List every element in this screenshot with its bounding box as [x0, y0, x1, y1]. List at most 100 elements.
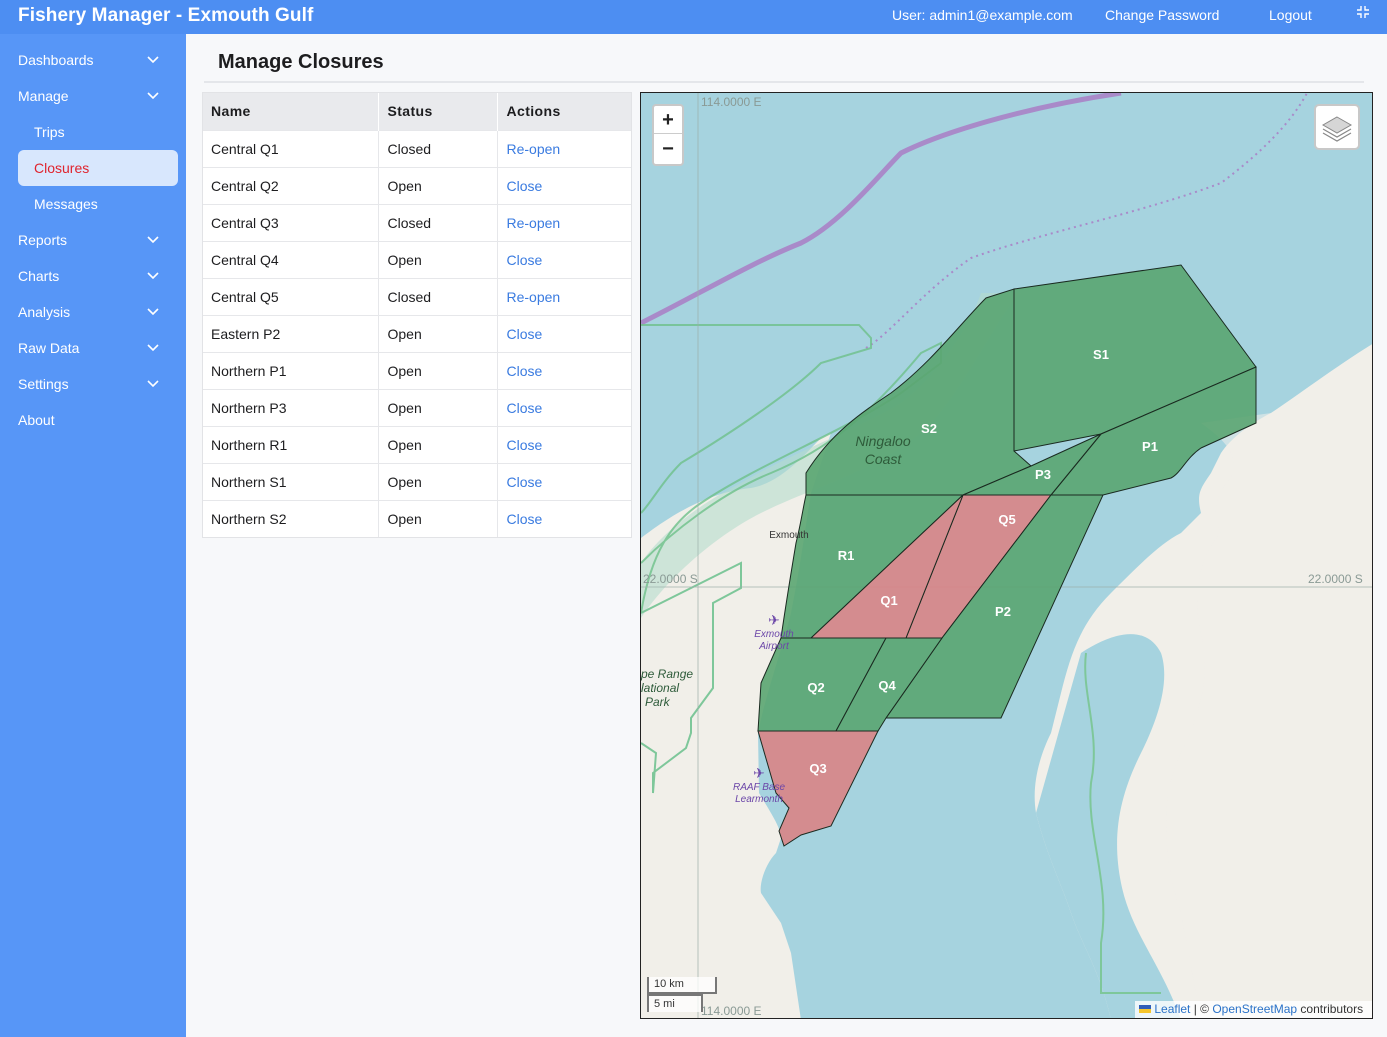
zone-label: Q5 [998, 512, 1015, 527]
table-header-row: Name Status Actions [202, 92, 632, 130]
reopen-link[interactable]: Re-open [497, 277, 632, 315]
sidebar-item-label: Reports [18, 232, 68, 248]
zone-label: Q3 [809, 761, 826, 776]
column-header-name[interactable]: Name [202, 92, 379, 130]
place-label-learmonth: Learmonth [735, 794, 783, 805]
place-label-coast: Coast [865, 451, 903, 467]
airport-icon: ✈ [753, 765, 765, 781]
zone-label: P2 [995, 604, 1011, 619]
sidebar-item-label: Manage [18, 88, 69, 104]
reopen-link[interactable]: Re-open [497, 129, 632, 167]
close-link[interactable]: Close [497, 425, 632, 463]
title-divider [204, 81, 1364, 83]
close-link[interactable]: Close [497, 351, 632, 389]
fullscreen-icon[interactable] [1354, 3, 1372, 21]
closure-name: Central Q2 [202, 166, 379, 204]
sidebar-item-label: Messages [34, 196, 98, 212]
airport-icon: ✈ [768, 612, 780, 628]
sidebar-item-closures[interactable]: Closures [18, 150, 178, 186]
closure-status: Open [378, 425, 498, 463]
sidebar-item-messages[interactable]: Messages [0, 186, 186, 222]
main-content: Manage Closures Name Status Actions Cent… [186, 34, 1387, 1037]
leaflet-link[interactable]: Leaflet [1154, 1002, 1190, 1016]
closures-map[interactable]: S1 S2 P1 P3 Q5 R1 Q1 P2 Q2 Q4 Q3 Ningalo… [640, 92, 1373, 1019]
map-canvas[interactable]: S1 S2 P1 P3 Q5 R1 Q1 P2 Q2 Q4 Q3 Ningalo… [641, 93, 1373, 1019]
table-row: Central Q2 Open Close [202, 166, 632, 204]
closure-name: Northern S1 [202, 462, 379, 500]
zoom-in-button[interactable]: + [654, 106, 682, 134]
sidebar-item-manage[interactable]: Manage [0, 78, 186, 114]
table-row: Northern S1 Open Close [202, 462, 632, 500]
closure-status: Open [378, 388, 498, 426]
app-title: Fishery Manager - Exmouth Gulf [18, 5, 314, 26]
osm-link[interactable]: OpenStreetMap [1212, 1002, 1297, 1016]
closure-name: Central Q4 [202, 240, 379, 278]
closure-status: Open [378, 166, 498, 204]
sidebar-item-reports[interactable]: Reports [0, 222, 186, 258]
scale-bar-km: 10 km [647, 977, 717, 994]
top-bar: Fishery Manager - Exmouth Gulf User: adm… [0, 0, 1387, 34]
zone-label: Q4 [878, 678, 896, 693]
close-link[interactable]: Close [497, 388, 632, 426]
sidebar-item-settings[interactable]: Settings [0, 366, 186, 402]
close-link[interactable]: Close [497, 314, 632, 352]
sidebar-item-analysis[interactable]: Analysis [0, 294, 186, 330]
close-link[interactable]: Close [497, 240, 632, 278]
user-label: User: admin1@example.com [892, 7, 1073, 23]
logout-link[interactable]: Logout [1269, 7, 1312, 23]
closure-name: Northern P3 [202, 388, 379, 426]
place-label-exmouth: Exmouth [769, 530, 808, 541]
column-header-status[interactable]: Status [378, 92, 498, 130]
closure-status: Open [378, 499, 498, 537]
sidebar-item-label: Closures [34, 160, 90, 176]
reopen-link[interactable]: Re-open [497, 203, 632, 241]
closure-name: Northern S2 [202, 499, 379, 537]
place-label-airport: Exmouth [754, 629, 794, 640]
closure-name: Northern R1 [202, 425, 379, 463]
layers-icon [1321, 116, 1353, 142]
place-label-range: pe Range [641, 667, 693, 681]
close-link[interactable]: Close [497, 462, 632, 500]
sidebar-item-charts[interactable]: Charts [0, 258, 186, 294]
attribution-separator: | © [1190, 1002, 1213, 1016]
layers-button[interactable] [1314, 104, 1360, 150]
zone-s2[interactable] [805, 288, 1032, 496]
close-link[interactable]: Close [497, 499, 632, 537]
scale-bar-mi: 5 mi [647, 994, 703, 1012]
sidebar-item-dashboards[interactable]: Dashboards [0, 42, 186, 78]
table-row: Northern S2 Open Close [202, 499, 632, 537]
attribution-suffix: contributors [1297, 1002, 1364, 1016]
place-label-ningaloo: Ningaloo [855, 433, 910, 449]
zone-label: S1 [1093, 347, 1109, 362]
table-row: Central Q5 Closed Re-open [202, 277, 632, 315]
column-header-actions: Actions [497, 92, 632, 130]
closure-name: Central Q5 [202, 277, 379, 315]
sidebar-item-label: Trips [34, 124, 65, 140]
sidebar-item-trips[interactable]: Trips [0, 114, 186, 150]
closure-status: Closed [378, 277, 498, 315]
closure-name: Central Q3 [202, 203, 379, 241]
close-link[interactable]: Close [497, 166, 632, 204]
sidebar-item-label: About [18, 412, 55, 428]
zoom-out-button[interactable]: − [654, 135, 682, 163]
zoom-control: + − [652, 104, 684, 166]
table-row: Northern P1 Open Close [202, 351, 632, 389]
chevron-down-icon [147, 380, 159, 388]
table-row: Central Q4 Open Close [202, 240, 632, 278]
sidebar-item-about[interactable]: About [0, 402, 186, 438]
place-label-raaf: RAAF Base [733, 782, 785, 793]
graticule-label-lon-bottom: 114.0000 E [701, 1004, 762, 1018]
zone-label: P3 [1035, 467, 1051, 482]
map-attribution: Leaflet | © OpenStreetMap contributors [1135, 1001, 1372, 1018]
closure-name: Northern P1 [202, 351, 379, 389]
table-row: Central Q1 Closed Re-open [202, 129, 632, 167]
change-password-link[interactable]: Change Password [1105, 7, 1219, 23]
place-label-national: lational [641, 681, 679, 695]
zone-label: Q2 [807, 680, 824, 695]
closure-status: Open [378, 314, 498, 352]
sidebar-item-label: Settings [18, 376, 69, 392]
sidebar-item-raw-data[interactable]: Raw Data [0, 330, 186, 366]
table-row: Eastern P2 Open Close [202, 314, 632, 352]
chevron-down-icon [147, 92, 159, 100]
chevron-down-icon [147, 308, 159, 316]
